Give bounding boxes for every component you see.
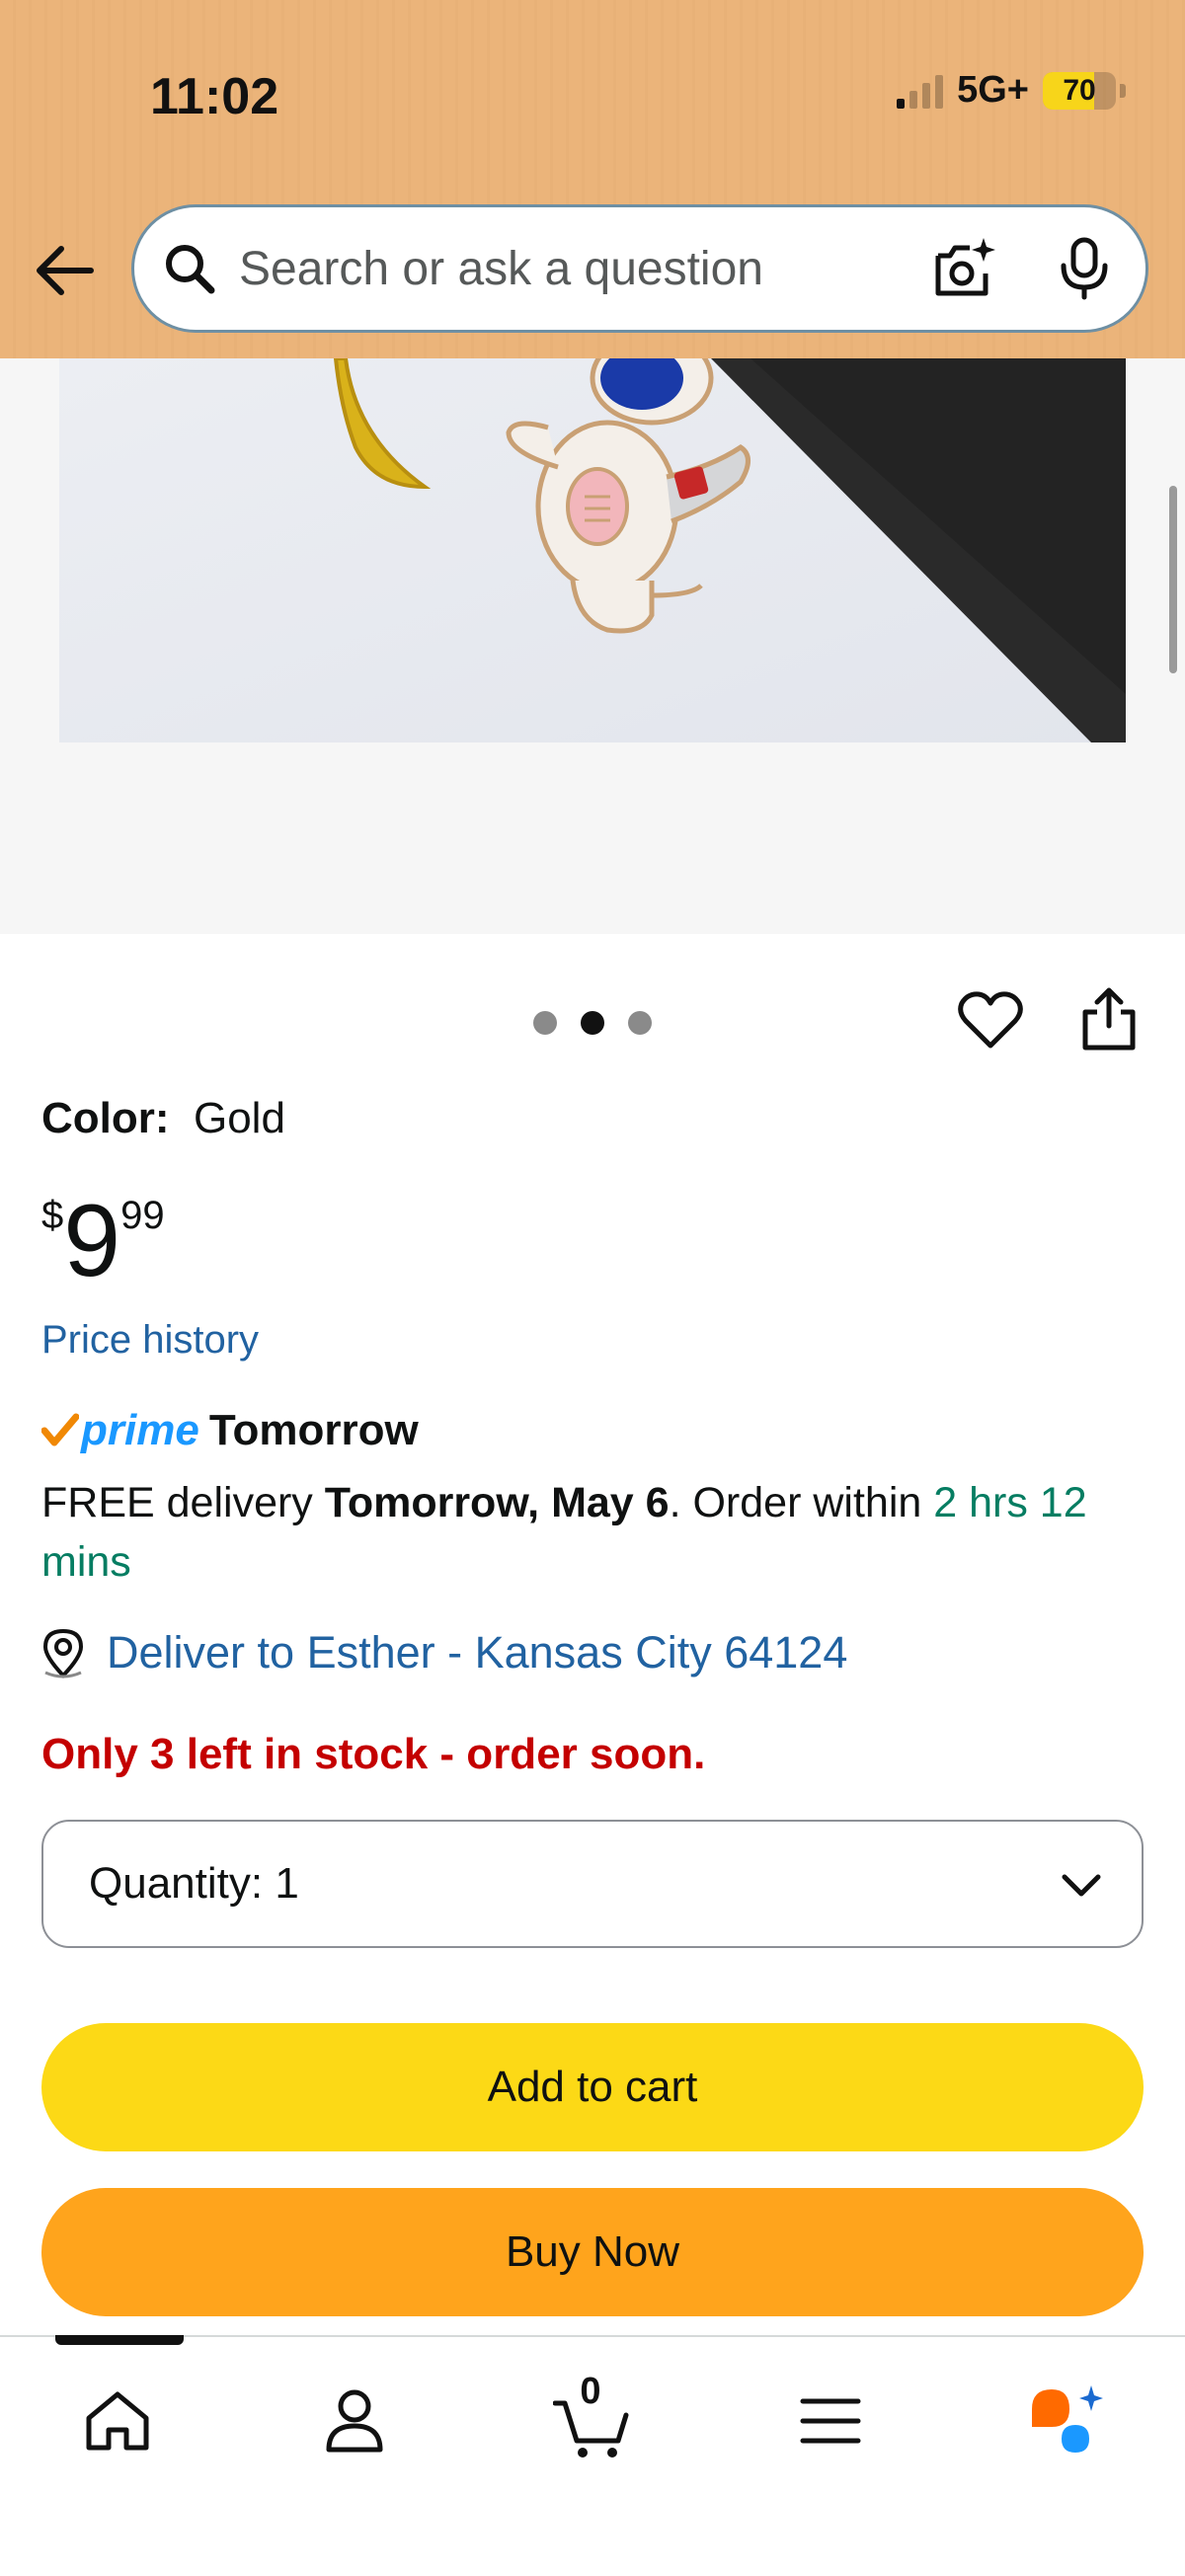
camera-sparkle-icon[interactable] [930,234,999,303]
delivery-message: FREE delivery Tomorrow, May 6. Order wit… [41,1473,1147,1592]
network-type: 5G+ [957,69,1029,111]
pagination-dot-active[interactable] [581,1011,604,1035]
color-selection: Color: Gold [41,1094,285,1143]
price: $ 9 99 [41,1190,165,1292]
signal-strength-icon [897,73,944,109]
image-pagination-dots[interactable] [533,1011,652,1035]
back-arrow-icon[interactable] [34,243,97,298]
active-tab-indicator [55,2335,184,2345]
nav-rufus[interactable] [1021,2377,1110,2465]
nav-cart[interactable]: 0 [548,2371,637,2465]
scrollbar-thumb[interactable] [1169,486,1177,673]
add-to-cart-button[interactable]: Add to cart [41,2023,1144,2151]
chevron-down-icon [1062,1874,1101,1897]
price-whole: 9 [63,1184,121,1298]
product-image-gallery[interactable] [0,358,1185,934]
quantity-dropdown[interactable]: Quantity: 1 [41,1820,1144,1948]
rufus-ai-icon [1032,2385,1103,2453]
deliver-to-link[interactable]: Deliver to Esther - Kansas City 64124 [107,1627,847,1678]
status-indicators: 5G+ 70 [897,69,1126,112]
stock-warning: Only 3 left in stock - order soon. [41,1730,706,1778]
price-fraction: 99 [120,1194,165,1237]
price-symbol: $ [41,1194,64,1237]
cart-count-badge: 0 [580,2371,601,2412]
delivery-middle: . Order within [669,1479,934,1526]
prime-check-icon [41,1413,79,1446]
search-bar[interactable] [131,204,1148,333]
menu-icon [800,2398,861,2444]
search-icon [166,245,215,294]
buy-now-button[interactable]: Buy Now [41,2188,1144,2316]
delivery-prefix: FREE delivery [41,1479,325,1526]
pagination-dot[interactable] [628,1011,652,1035]
home-icon [86,2391,149,2451]
heart-icon[interactable] [958,990,1023,1052]
price-history-link[interactable]: Price history [41,1318,259,1363]
quantity-label: Quantity: [89,1859,264,1908]
prime-logo-text: prime [81,1406,199,1454]
microphone-icon[interactable] [1057,236,1112,301]
color-label: Color: [41,1094,170,1142]
share-icon[interactable] [1079,986,1139,1052]
prime-delivery-day: Tomorrow [208,1406,419,1454]
search-input[interactable] [239,241,930,296]
battery-icon: 70 [1043,71,1116,110]
pagination-dot[interactable] [533,1011,557,1035]
product-image[interactable] [59,358,1126,742]
top-header: 11:02 5G+ 70 [0,0,1185,358]
battery-cap [1120,83,1126,98]
color-value: Gold [193,1094,285,1142]
battery-level: 70 [1063,73,1096,107]
deliver-to-row[interactable]: Deliver to Esther - Kansas City 64124 [41,1627,847,1678]
prime-badge: prime Tomorrow [41,1406,419,1455]
nav-menu[interactable] [786,2377,875,2465]
nav-account[interactable] [310,2377,399,2465]
status-time: 11:02 [150,68,279,125]
bottom-navigation: 0 [0,2335,1185,2576]
location-pin-icon [42,1628,84,1678]
delivery-date: Tomorrow, May 6 [324,1479,670,1526]
astronaut-pin-photo [333,358,1126,742]
nav-home[interactable] [73,2377,162,2465]
account-icon [326,2389,383,2453]
quantity-value: 1 [275,1859,299,1908]
